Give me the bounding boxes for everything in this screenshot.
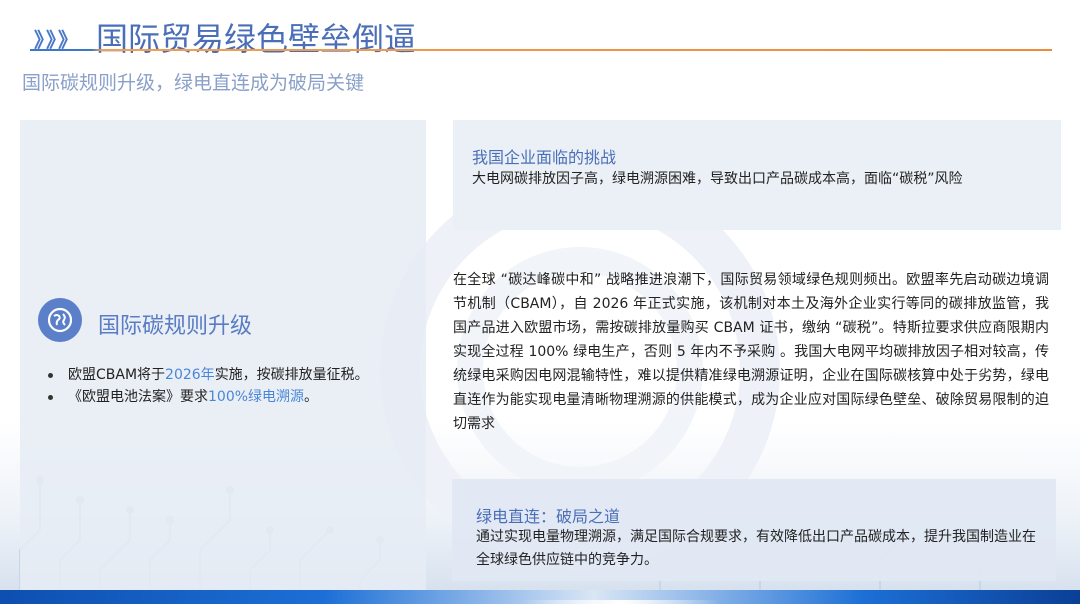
body-paragraph: 在全球 “碳达峰碳中和” 战略推进浪潮下，国际贸易领域绿色规则频出。欧盟率先启动…: [453, 272, 1049, 432]
bullet-text: 。: [304, 389, 319, 405]
bottom-band: [0, 590, 1080, 604]
bullet-item: 《欧盟电池法案》要求100%绿电溯源。: [46, 386, 369, 408]
rules-heading: 国际碳规则升级: [98, 314, 253, 339]
bullet-item: 欧盟CBAM将于2026年实施，按碳排放量征税。: [46, 364, 369, 386]
challenge-text: 大电网碳排放因子高，绿电溯源困难，导致出口产品碳成本高，面临“碳税”风险: [472, 171, 963, 187]
rules-bullet-list: 欧盟CBAM将于2026年实施，按碳排放量征税。 《欧盟电池法案》要求100%绿…: [46, 364, 369, 408]
title-divider: [30, 49, 1052, 51]
challenge-title: 我国企业面临的挑战: [472, 148, 617, 167]
challenge-card: 我国企业面临的挑战 大电网碳排放因子高，绿电溯源困难，导致出口产品碳成本高，面临…: [453, 120, 1061, 230]
solution-text: 通过实现电量物理溯源，满足国际合规要求，有效降低出口产品碳成本，提升我国制造业在…: [476, 529, 1036, 568]
page-title: 国际贸易绿色壁垒倒逼: [96, 20, 417, 58]
page-subtitle: 国际碳规则升级，绿电直连成为破局关键: [22, 72, 365, 94]
bullet-text: 欧盟CBAM将于: [68, 367, 166, 383]
bullet-highlight: 100%绿电溯源: [208, 389, 305, 405]
bullet-text: 《欧盟电池法案》要求: [68, 389, 208, 405]
solution-card: 绿电直连：破局之道 通过实现电量物理溯源，满足国际合规要求，有效降低出口产品碳成…: [452, 479, 1056, 581]
left-panel: [20, 120, 426, 596]
earth-icon: [38, 298, 82, 342]
bullet-text: 实施，按碳排放量征税。: [214, 367, 369, 383]
solution-title: 绿电直连：破局之道: [476, 507, 621, 526]
bullet-highlight: 2026年: [165, 367, 215, 383]
